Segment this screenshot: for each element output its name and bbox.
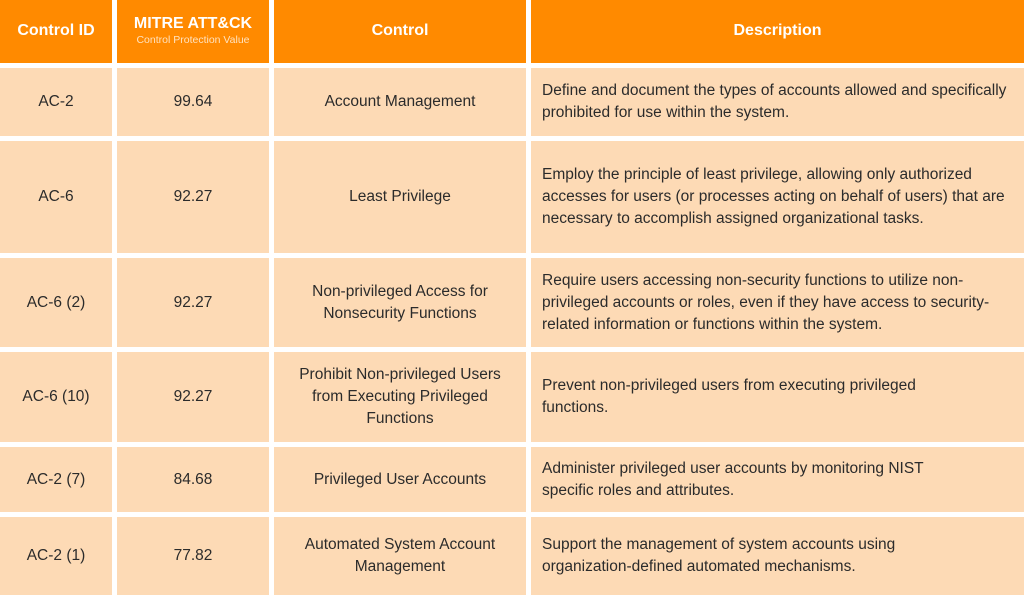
cell-description: Support the management of system account…: [531, 517, 1024, 595]
cell-protection-value: 99.64: [117, 68, 269, 136]
header-control-label: Control: [371, 21, 429, 39]
header-mitre-title: MITRE ATT&CK: [133, 14, 253, 32]
header-control-id-label: Control ID: [17, 21, 95, 39]
cell-description: Define and document the types of account…: [531, 68, 1024, 136]
cell-control-id: AC-2 (1): [0, 517, 112, 595]
header-mitre-value: MITRE ATT&CK Control Protection Value: [117, 0, 269, 63]
cell-control-name: Prohibit Non-privileged Users from Execu…: [274, 352, 526, 442]
cell-protection-value: 92.27: [117, 258, 269, 347]
header-description-label: Description: [733, 21, 822, 39]
cell-control-id: AC-6 (2): [0, 258, 112, 347]
cell-control-name: Account Management: [274, 68, 526, 136]
controls-table: Control ID MITRE ATT&CK Control Protecti…: [0, 0, 1024, 597]
cell-control-name: Non-privileged Access for Nonsecurity Fu…: [274, 258, 526, 347]
cell-control-name: Least Privilege: [274, 141, 526, 253]
cell-description: Require users accessing non-security fun…: [531, 258, 1024, 347]
cell-description: Administer privileged user accounts by m…: [531, 447, 1024, 512]
cell-control-name: Privileged User Accounts: [274, 447, 526, 512]
cell-protection-value: 77.82: [117, 517, 269, 595]
header-control: Control: [274, 0, 526, 63]
cell-control-id: AC-6: [0, 141, 112, 253]
cell-control-id: AC-2: [0, 68, 112, 136]
cell-control-id: AC-6 (10): [0, 352, 112, 442]
header-mitre-subtitle: Control Protection Value: [136, 33, 250, 46]
cell-protection-value: 92.27: [117, 352, 269, 442]
cell-control-name: Automated System Account Management: [274, 517, 526, 595]
header-control-id: Control ID: [0, 0, 112, 63]
cell-description: Employ the principle of least privilege,…: [531, 141, 1024, 253]
cell-control-id: AC-2 (7): [0, 447, 112, 512]
header-description: Description: [531, 0, 1024, 63]
cell-protection-value: 92.27: [117, 141, 269, 253]
cell-protection-value: 84.68: [117, 447, 269, 512]
cell-description: Prevent non-privileged users from execut…: [531, 352, 1024, 442]
